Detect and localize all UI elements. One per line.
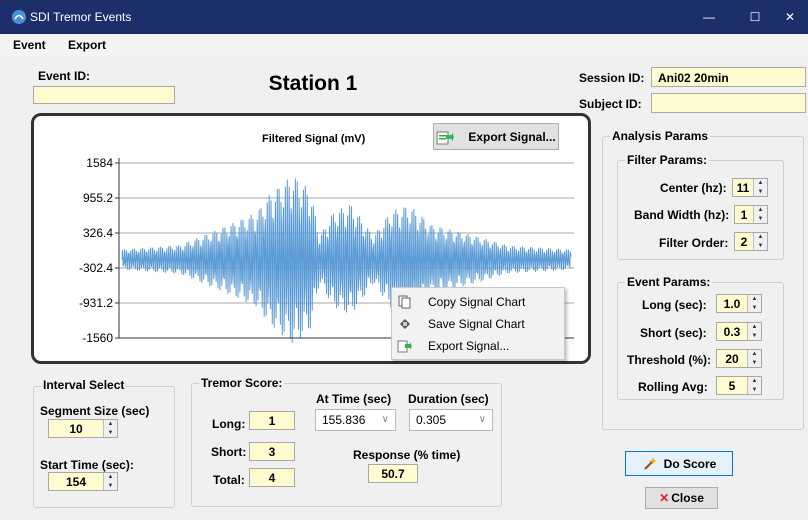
duration-value: 0.305 — [416, 413, 447, 427]
app-icon — [12, 10, 26, 24]
interval-select-title: Interval Select — [41, 378, 127, 392]
spinner-arrows[interactable]: ▲ ▼ — [747, 377, 761, 394]
do-score-button[interactable]: Do Score — [625, 451, 733, 476]
long-sec-spinner[interactable]: 1.0 ▲ ▼ — [716, 294, 762, 313]
segment-size-value: 10 — [69, 421, 83, 436]
threshold-value: 20 — [725, 351, 739, 366]
minimize-button[interactable]: — — [686, 0, 732, 34]
spinner-arrows[interactable]: ▲ ▼ — [753, 179, 767, 196]
filter-params-title: Filter Params: — [625, 153, 710, 167]
response-label: Response (% time) — [353, 448, 461, 462]
close-window-button[interactable]: ✕ — [772, 0, 808, 34]
center-label: Center (hz): — [660, 181, 727, 195]
spinner-arrows[interactable]: ▲ ▼ — [747, 350, 761, 367]
event-id-field[interactable] — [33, 86, 175, 104]
chevron-down-icon: ∨ — [478, 414, 486, 425]
window-title: SDI Tremor Events — [30, 10, 132, 24]
spinner-arrows[interactable]: ▲ ▼ — [103, 420, 117, 437]
event-params-title: Event Params: — [625, 275, 713, 289]
chevron-down-icon: ∨ — [381, 414, 389, 425]
duration-dropdown[interactable]: 0.305 ∨ — [409, 409, 493, 431]
filter-order-spinner[interactable]: 2 ▲ ▼ — [734, 232, 768, 251]
wand-icon — [643, 456, 657, 470]
filter-order-value: 2 — [740, 234, 748, 249]
close-button[interactable]: ✕ Close — [645, 487, 718, 509]
station-title: Station 1 — [268, 72, 358, 95]
bandwidth-spinner[interactable]: 1 ▲ ▼ — [734, 205, 768, 224]
short-sec-value: 0.3 — [723, 324, 741, 339]
center-value: 11 — [736, 180, 750, 195]
rolling-avg-value: 5 — [728, 378, 736, 393]
duration-label: Duration (sec) — [408, 392, 489, 406]
title-bar: SDI Tremor Events — ☐ ✕ — [0, 0, 808, 34]
spinner-arrows[interactable]: ▲ ▼ — [747, 295, 761, 312]
response-value: 50.7 — [368, 464, 418, 483]
save-icon — [400, 319, 410, 329]
long-count-value: 1 — [249, 411, 295, 430]
y-tick-label: 1584 — [86, 156, 113, 170]
at-time-value: 155.836 — [322, 413, 366, 427]
y-tick-label: 955.2 — [83, 191, 113, 205]
filter-order-label: Filter Order: — [659, 236, 729, 250]
y-tick-label: -302.4 — [79, 261, 113, 275]
menu-item-copy-chart[interactable]: Copy Signal Chart — [392, 291, 564, 313]
long-sec-label: Long (sec): — [642, 298, 707, 312]
session-id-field[interactable]: Ani02 20min — [651, 67, 806, 87]
segment-size-label: Segment Size (sec) — [40, 404, 150, 418]
event-id-label: Event ID: — [38, 69, 91, 83]
export-signal-menu-label: Export Signal... — [428, 339, 510, 353]
spinner-arrows[interactable]: ▲ ▼ — [753, 233, 767, 250]
subject-id-label: Subject ID: — [579, 97, 642, 111]
close-label: Close — [671, 491, 704, 505]
menu-item-export-signal[interactable]: Export Signal... — [392, 335, 564, 357]
rolling-avg-label: Rolling Avg: — [638, 380, 708, 394]
copy-chart-label: Copy Signal Chart — [428, 295, 526, 309]
menu-event[interactable]: Event — [13, 38, 46, 52]
short-count-label: Short: — [211, 445, 247, 459]
total-count-label: Total: — [213, 473, 245, 487]
short-count-value: 3 — [249, 442, 295, 461]
session-id-label: Session ID: — [579, 71, 645, 85]
menu-bar: Event Export — [0, 34, 808, 56]
chart-context-menu: Copy Signal Chart Save Signal Chart Expo… — [391, 287, 565, 360]
y-tick-label: 326.4 — [83, 226, 113, 240]
short-sec-spinner[interactable]: 0.3 ▲ ▼ — [716, 322, 762, 341]
long-count-label: Long: — [212, 417, 246, 431]
y-tick-label: -1560 — [82, 331, 113, 345]
at-time-label: At Time (sec) — [316, 392, 392, 406]
menu-export[interactable]: Export — [68, 38, 106, 52]
analysis-params-title: Analysis Params — [610, 129, 711, 143]
start-time-value: 154 — [65, 474, 87, 489]
bandwidth-value: 1 — [740, 207, 748, 222]
threshold-label: Threshold (%): — [627, 353, 711, 367]
save-chart-label: Save Signal Chart — [428, 317, 525, 331]
menu-item-save-chart[interactable]: Save Signal Chart — [392, 313, 564, 335]
y-axis: 1584 955.2 326.4 -302.4 -931.2 -1560 — [79, 156, 119, 345]
copy-icon — [398, 295, 411, 309]
long-sec-value: 1.0 — [723, 296, 741, 311]
threshold-spinner[interactable]: 20 ▲ ▼ — [716, 349, 762, 368]
total-count-value: 4 — [249, 468, 295, 487]
center-spinner[interactable]: 11 ▲ ▼ — [732, 178, 768, 197]
bandwidth-label: Band Width (hz): — [634, 208, 730, 222]
rolling-avg-spinner[interactable]: 5 ▲ ▼ — [716, 376, 762, 395]
subject-id-field[interactable] — [651, 93, 806, 113]
y-tick-label: -931.2 — [79, 296, 113, 310]
spinner-arrows[interactable]: ▲ ▼ — [103, 473, 117, 490]
at-time-dropdown[interactable]: 155.836 ∨ — [315, 409, 396, 431]
short-sec-label: Short (sec): — [640, 326, 707, 340]
start-time-label: Start Time (sec): — [40, 458, 134, 472]
tremor-score-title: Tremor Score: — [199, 376, 285, 390]
do-score-label: Do Score — [663, 456, 717, 471]
start-time-spinner[interactable]: 154 ▲ ▼ — [48, 472, 118, 491]
spinner-arrows[interactable]: ▲ ▼ — [753, 206, 767, 223]
export-icon — [397, 340, 412, 353]
spinner-arrows[interactable]: ▲ ▼ — [747, 323, 761, 340]
segment-size-spinner[interactable]: 10 ▲ ▼ — [48, 419, 118, 438]
close-x-icon: ✕ — [659, 491, 670, 505]
